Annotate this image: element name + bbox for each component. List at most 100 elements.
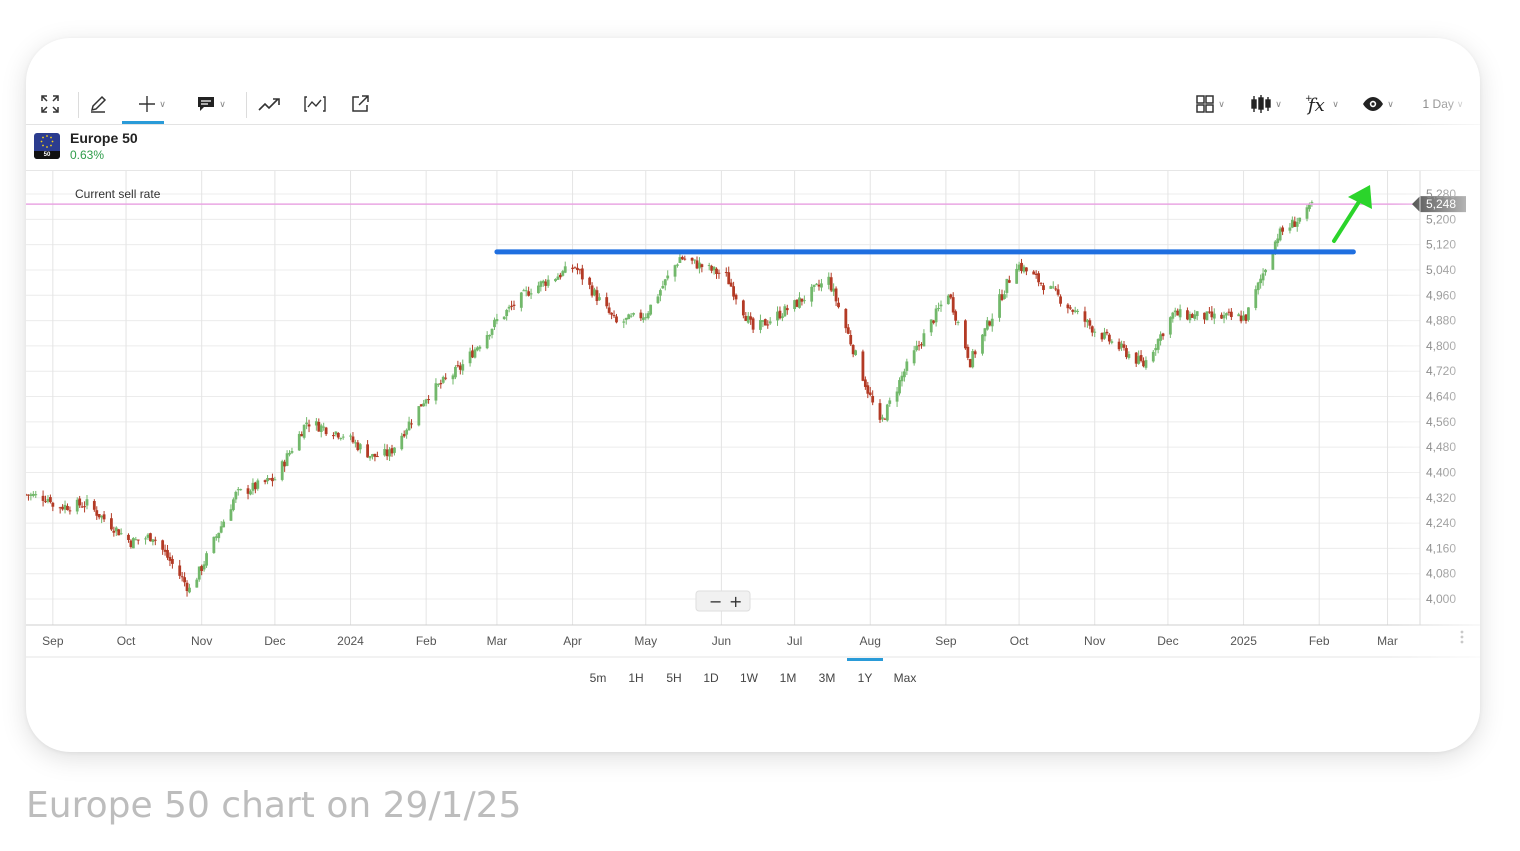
candle-body: [1288, 227, 1292, 231]
candle-up: [541, 279, 545, 287]
candle-body: [527, 291, 531, 296]
y-tick-label: 4,240: [1426, 516, 1456, 530]
overlay-layer: Current sell rate5,248: [26, 185, 1466, 255]
candle-down: [732, 281, 735, 301]
candle-up: [1110, 339, 1114, 345]
candle-up: [783, 304, 787, 317]
candle-down: [66, 503, 69, 511]
candle-body: [505, 309, 509, 317]
range-button-max[interactable]: Max: [894, 671, 917, 685]
y-tick-label: 4,160: [1426, 541, 1456, 555]
candle-body: [580, 268, 584, 280]
candle-body: [419, 404, 423, 407]
candlestick-chart[interactable]: Current sell rate5,248 4,0004,0804,1604,…: [26, 171, 1480, 658]
candle-down: [1042, 282, 1045, 295]
indicators-button[interactable]: fx + ∨: [1298, 90, 1346, 118]
candle-body: [1208, 311, 1211, 313]
candle-body: [1239, 315, 1243, 322]
candle-down: [717, 269, 721, 279]
candle-down: [1025, 267, 1028, 276]
candle-body: [393, 447, 396, 453]
toolbar-divider: [78, 92, 79, 118]
y-tick-label: 5,120: [1426, 238, 1456, 252]
candle-up: [929, 319, 933, 336]
candle-body: [217, 532, 221, 539]
candle-body: [768, 321, 772, 324]
candle-body: [1159, 334, 1162, 341]
candle-body: [1261, 273, 1265, 281]
candle-body: [456, 365, 460, 367]
candle-body: [407, 421, 411, 431]
range-button-1y[interactable]: 1Y: [858, 671, 873, 685]
candle-up: [676, 263, 679, 268]
chart-toolbar: ∨ ∨ ∨ ∨ fx + ∨ ∨ 1 Day ∨: [26, 86, 1480, 125]
range-button-5m[interactable]: 5m: [590, 671, 607, 685]
range-button-1d[interactable]: 1D: [703, 671, 718, 685]
candle-up: [776, 306, 779, 326]
candle-body: [332, 435, 335, 437]
layout-button[interactable]: ∨: [1190, 90, 1230, 118]
range-button-1w[interactable]: 1W: [740, 671, 758, 685]
candle-down: [471, 344, 474, 359]
interval-select[interactable]: 1 Day ∨: [1416, 90, 1470, 118]
candle-body: [222, 521, 226, 528]
x-tick-label: Dec: [264, 634, 285, 648]
candle-down: [795, 299, 799, 308]
candle-body: [68, 510, 72, 512]
candle-body: [917, 345, 921, 347]
candle-down: [283, 459, 287, 472]
crosshair-tool-button[interactable]: ∨: [130, 90, 174, 118]
candle-up: [1003, 290, 1006, 300]
candle-up: [134, 536, 138, 541]
candle-up: [297, 431, 301, 451]
candle-up: [1173, 307, 1177, 317]
zoom-out-button[interactable]: −: [709, 592, 722, 611]
candle-down: [1161, 332, 1165, 340]
range-button-5h[interactable]: 5H: [666, 671, 681, 685]
indicator-icon[interactable]: [302, 90, 328, 118]
trend-icon[interactable]: [256, 90, 284, 118]
x-tick-label: Oct: [117, 634, 136, 648]
candle-body: [851, 345, 855, 355]
expand-icon[interactable]: [38, 90, 62, 118]
candle-up: [75, 497, 79, 515]
candle-body: [285, 453, 289, 466]
candle-body: [1125, 348, 1128, 358]
chart-type-button[interactable]: ∨: [1244, 90, 1288, 118]
candle-up: [1195, 311, 1199, 321]
candle-down: [988, 320, 992, 327]
candle-body: [644, 317, 648, 319]
popout-icon[interactable]: [348, 90, 372, 118]
candle-down: [1244, 314, 1248, 324]
candle-down: [1293, 216, 1297, 228]
candle-down: [332, 432, 335, 440]
view-button[interactable]: ∨: [1356, 90, 1400, 118]
candle-body: [1059, 296, 1062, 304]
range-button-3m[interactable]: 3M: [819, 671, 836, 685]
candle-down: [373, 453, 377, 462]
candle-down: [356, 440, 360, 452]
candle-up: [832, 283, 836, 297]
candle-up: [488, 334, 491, 340]
candle-body: [488, 334, 491, 337]
zoom-in-button[interactable]: +: [729, 592, 742, 611]
range-button-1h[interactable]: 1H: [628, 671, 643, 685]
comment-tool-button[interactable]: ∨: [189, 90, 233, 118]
candle-body: [390, 448, 394, 454]
candle-body: [461, 364, 465, 371]
candle-down: [1059, 294, 1062, 307]
pencil-icon[interactable]: [86, 90, 110, 118]
candle-down: [690, 257, 694, 265]
zoom-button-group[interactable]: − +: [695, 590, 751, 612]
candle-up: [288, 450, 291, 457]
candle-body: [373, 453, 377, 457]
candle-body: [920, 344, 923, 346]
candle-body: [436, 384, 440, 386]
candle-down: [849, 330, 853, 346]
candle-up: [29, 492, 33, 501]
candle-body: [1005, 278, 1009, 293]
candle-down: [271, 473, 274, 487]
candle-body: [1020, 262, 1023, 271]
x-tick-label: Mar: [1377, 634, 1398, 648]
range-button-1m[interactable]: 1M: [780, 671, 797, 685]
